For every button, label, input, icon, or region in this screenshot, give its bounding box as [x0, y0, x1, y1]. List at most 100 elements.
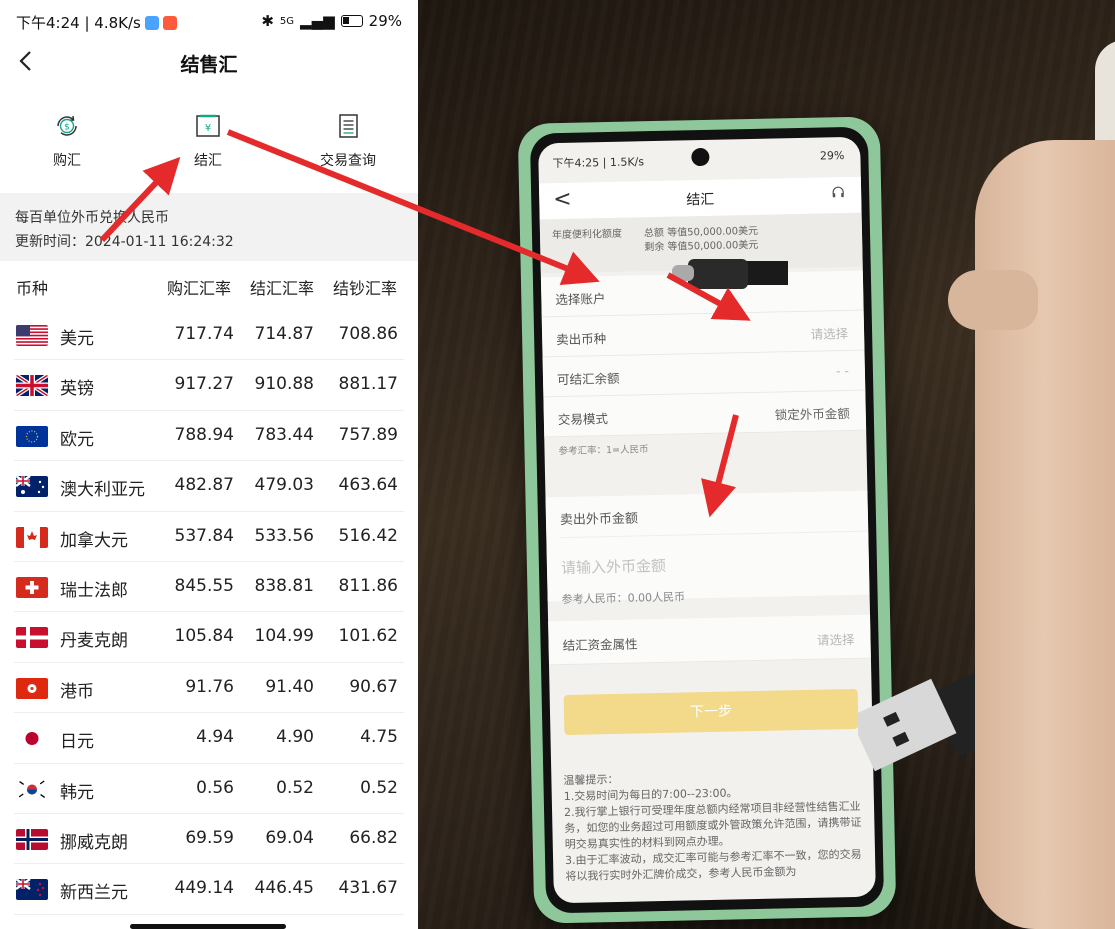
cash-rate: 757.89 — [338, 424, 398, 445]
sell-currency-label: 卖出币种 — [556, 331, 607, 348]
buy-rate: 482.87 — [174, 475, 234, 496]
buy-rate: 717.74 — [174, 324, 234, 344]
fund-attribute-row[interactable]: 结汇资金属性 请选择 — [548, 614, 871, 666]
quota-values: 总额 等值50,000.00美元 剩余 等值50,000.00美元 — [644, 225, 759, 255]
currency-name: 丹麦克朗 — [60, 631, 128, 652]
currency-name: 韩元 — [60, 782, 94, 803]
cash-rate: 0.52 — [360, 777, 398, 798]
available-balance-row: 可结汇余额 - - — [542, 350, 866, 398]
tab-label: 购汇 — [53, 153, 81, 169]
phone-screen: 下午4:25 | 1.5K/s 29% < 结汇 年度便利化额度 总额 等值50… — [538, 136, 876, 904]
left-app-screenshot: 下午4:24 | 4.8K/s ✱ 5G ▂▄▆ 29% 结售汇 $ 购汇 ¥ … — [0, 0, 418, 929]
table-row[interactable]: 挪威克朗 69.59 69.04 66.82 — [14, 814, 404, 865]
settle-rate: 479.03 — [254, 475, 314, 496]
rate-table: 美元 717.74 714.87 708.86 英镑 917.27 910.88 881.17… — [0, 310, 418, 915]
cash-rate: 431.67 — [338, 878, 398, 899]
settle-rate: 4.90 — [276, 727, 314, 748]
photo-status-time: 下午4:25 | 1.5K/s — [552, 155, 645, 171]
home-indicator — [130, 924, 286, 929]
tips-section: 温馨提示： 1.交易时间为每日的7:00--23:00。 2.我行掌上银行可受理… — [563, 767, 865, 885]
tab-transaction-query[interactable]: 交易查询 — [303, 108, 393, 170]
currency-name: 瑞士法郎 — [60, 580, 128, 601]
fund-attribute-select[interactable]: 请选择 — [817, 629, 855, 649]
reference-rate: 参考汇率：1=人民币 — [558, 444, 649, 458]
flag-dk-icon — [16, 627, 48, 649]
settle-rate: 0.52 — [276, 777, 314, 798]
cash-rate: 811.86 — [338, 575, 398, 596]
cash-rate: 881.17 — [338, 374, 398, 395]
svg-text:¥: ¥ — [205, 123, 211, 134]
app-notification-icon — [162, 15, 177, 30]
battery-icon — [340, 15, 363, 27]
settle-rate: 783.44 — [254, 424, 314, 445]
function-tabs: $ 购汇 ¥ 结汇 交易查询 — [0, 108, 418, 178]
buy-rate: 91.76 — [185, 676, 234, 697]
thumb — [948, 270, 1038, 330]
header-cash-rate: 结钞汇率 — [333, 279, 398, 298]
usb-c-cable — [672, 259, 788, 289]
buy-rate: 449.14 — [174, 878, 234, 899]
settle-rate: 69.04 — [265, 827, 314, 848]
available-balance-value: - - — [835, 362, 850, 379]
table-row[interactable]: 瑞士法郎 845.55 838.81 811.86 — [14, 562, 404, 613]
trade-mode-value[interactable]: 锁定外币金额 — [775, 403, 850, 424]
bluetooth-icon: ✱ — [261, 12, 274, 30]
tip-line: 2.我行掌上银行可受理年度总额内经常项目非经营性结售汇业务，如您的业务超过可用额… — [563, 799, 862, 852]
tab-purchase-fx[interactable]: $ 购汇 — [22, 108, 112, 170]
table-row[interactable]: 欧元 788.94 783.44 757.89 — [14, 411, 404, 462]
sell-currency-select[interactable]: 请选择 — [810, 323, 848, 343]
table-row[interactable]: 加拿大元 537.84 533.56 516.42 — [14, 512, 404, 562]
trade-mode-row[interactable]: 交易模式 锁定外币金额 — [543, 390, 867, 438]
table-row[interactable]: 英镑 917.27 910.88 881.17 — [14, 360, 404, 411]
update-time: 更新时间：2024-01-11 16:24:32 — [15, 234, 234, 250]
photo-status-battery: 29% — [819, 149, 845, 163]
flag-no-icon — [16, 828, 48, 850]
available-balance-label: 可结汇余额 — [556, 370, 620, 388]
reference-rmb: 参考人民币：0.00人民币 — [561, 590, 686, 607]
tab-label: 结汇 — [194, 153, 222, 169]
flag-ca-icon — [16, 526, 48, 548]
amount-box: 卖出外币金额 请输入外币金额 — [545, 490, 870, 602]
table-row[interactable]: 丹麦克朗 105.84 104.99 101.62 — [14, 612, 404, 663]
buy-rate: 105.84 — [174, 626, 234, 647]
buy-rate: 788.94 — [174, 424, 234, 445]
currency-name: 美元 — [60, 329, 94, 349]
tab-settle-fx[interactable]: ¥ 结汇 — [163, 108, 253, 170]
next-step-button[interactable]: 下一步 — [563, 688, 859, 736]
amount-input[interactable]: 请输入外币金额 — [561, 555, 666, 578]
settle-rate: 104.99 — [254, 626, 314, 647]
phone-photo: 下午4:25 | 1.5K/s 29% < 结汇 年度便利化额度 总额 等值50… — [418, 0, 1115, 929]
table-row[interactable]: 澳大利亚元 482.87 479.03 463.64 — [14, 461, 404, 512]
flag-nz-icon — [16, 879, 48, 901]
header-settle-rate: 结汇汇率 — [250, 279, 315, 298]
tab-label: 交易查询 — [320, 153, 376, 169]
headset-icon[interactable] — [831, 185, 845, 203]
buy-rate: 0.56 — [196, 777, 234, 798]
dollar-refresh-icon: $ — [57, 115, 77, 136]
table-row[interactable]: 韩元 0.56 0.52 0.52 — [14, 764, 404, 814]
page-title: 结售汇 — [180, 54, 238, 76]
table-row[interactable]: 美元 717.74 714.87 708.86 — [14, 310, 404, 361]
table-row[interactable]: 日元 4.94 4.90 4.75 — [14, 713, 404, 764]
flag-eu-icon — [16, 425, 48, 447]
status-bar: 下午4:24 | 4.8K/s ✱ 5G ▂▄▆ 29% — [0, 0, 418, 44]
camera-hole — [691, 147, 710, 167]
cash-rate: 66.82 — [349, 827, 398, 848]
cash-rate: 90.67 — [349, 676, 398, 697]
status-time: 下午4:24 | 4.8K/s — [16, 14, 141, 32]
currency-name: 港币 — [60, 681, 94, 702]
currency-name: 日元 — [60, 732, 94, 753]
table-row[interactable]: 港币 91.76 91.40 90.67 — [14, 663, 404, 714]
table-row[interactable]: 新西兰元 449.14 446.45 431.67 — [14, 864, 404, 915]
app-notification-icon — [144, 15, 159, 30]
yuan-frame-icon: ¥ — [196, 114, 220, 137]
buy-rate: 917.27 — [174, 374, 234, 395]
buy-rate: 69.59 — [185, 827, 234, 848]
divider — [560, 530, 869, 539]
currency-name: 英镑 — [60, 379, 94, 400]
currency-name: 加拿大元 — [60, 530, 128, 551]
sell-currency-row[interactable]: 卖出币种 请选择 — [541, 310, 865, 358]
flag-kr-icon — [16, 778, 48, 800]
cash-rate: 708.86 — [338, 324, 398, 344]
buy-rate: 845.55 — [174, 575, 234, 596]
